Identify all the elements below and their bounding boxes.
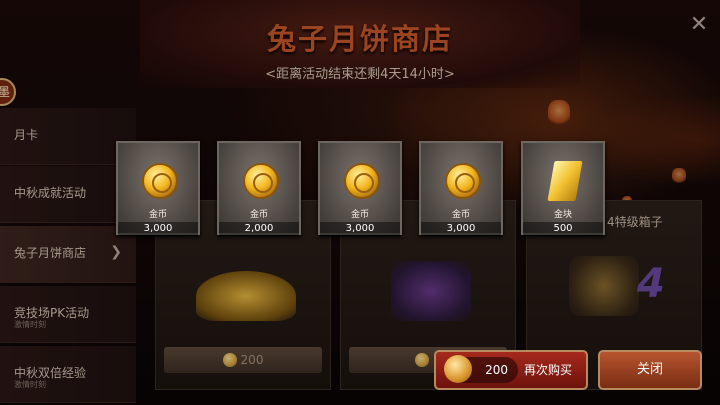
reward-item[interactable]: 金币 3,000 [116, 141, 200, 236]
reward-quantity: 500 [523, 222, 603, 236]
gold-coin-icon [445, 163, 481, 199]
reward-item[interactable]: 金币 3,000 [419, 141, 503, 236]
gold-coin-icon [243, 163, 279, 199]
reward-name: 金币 [148, 210, 167, 220]
reward-item[interactable]: 金块 500 [521, 141, 605, 236]
reward-name: 金块 [553, 210, 572, 220]
price-box: 200 [444, 355, 518, 383]
reward-quantity: 3,000 [118, 222, 198, 236]
buy-again-label: 再次购买 [524, 363, 573, 377]
reward-quantity: 2,000 [219, 222, 299, 236]
close-button[interactable]: 关闭 [598, 350, 702, 390]
gold-coin-icon [142, 163, 178, 199]
reward-item[interactable]: 金币 2,000 [217, 141, 301, 236]
gold-coin-icon [344, 163, 380, 199]
buy-price: 200 [485, 363, 508, 377]
reward-name: 金币 [350, 210, 369, 220]
reward-quantity: 3,000 [320, 222, 400, 236]
reward-quantity: 3,000 [421, 222, 501, 236]
reward-name: 金币 [249, 210, 268, 220]
reward-item[interactable]: 金币 3,000 [318, 141, 402, 236]
mooncake-coin-icon [444, 355, 472, 383]
buy-again-button[interactable]: 200 再次购买 [434, 350, 588, 390]
close-label: 关闭 [636, 362, 663, 377]
gold-bar-icon [547, 161, 583, 201]
reward-name: 金币 [451, 210, 470, 220]
